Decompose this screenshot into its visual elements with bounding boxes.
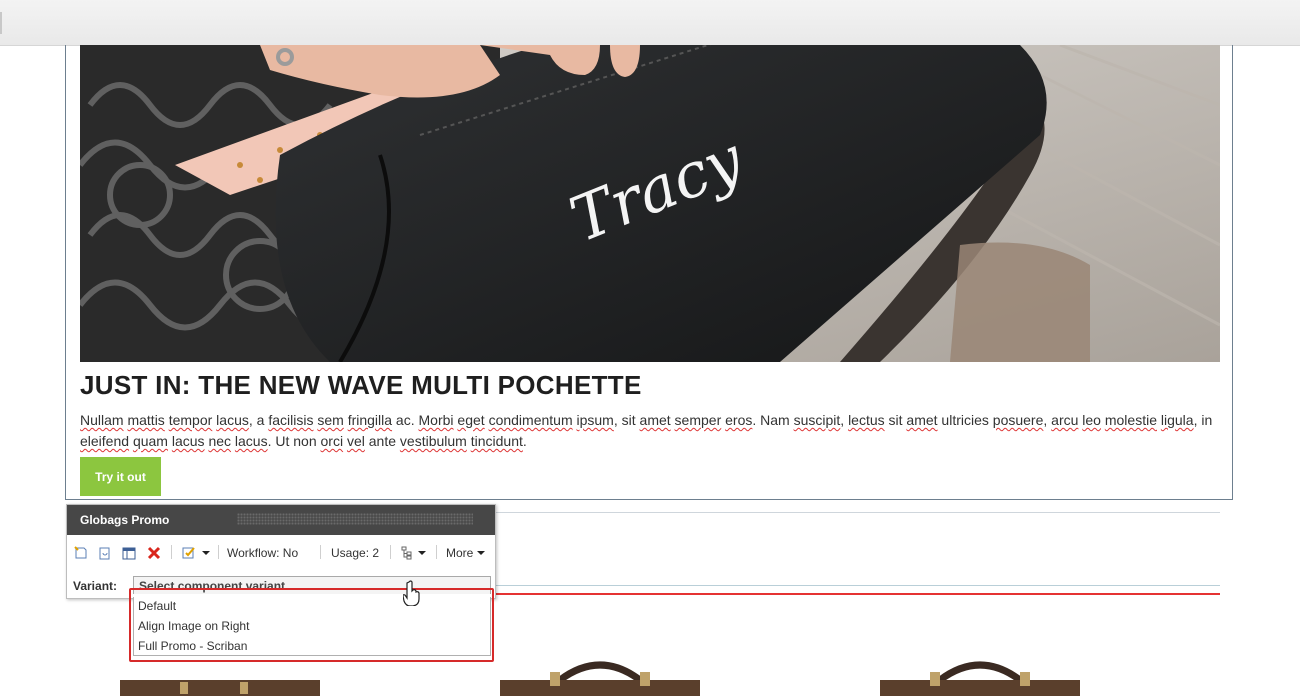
text-run: , <box>1043 412 1052 428</box>
misspelled-word: amet <box>639 412 671 428</box>
text-run: , sit <box>613 412 640 428</box>
misspelled-word: facilisis <box>268 412 314 428</box>
misspelled-word: fringilla <box>347 412 393 428</box>
browser-top-bar <box>0 0 1300 46</box>
toolbar-separator <box>320 545 321 559</box>
placeholder-indicator-line <box>492 593 1220 595</box>
misspelled-word: tempor <box>168 412 213 428</box>
more-menu[interactable]: More <box>446 545 486 561</box>
misspelled-word: lacus <box>234 433 268 449</box>
chevron-down-icon <box>418 551 426 555</box>
text-run: ac. <box>392 412 419 428</box>
edit-icon[interactable] <box>182 545 210 561</box>
promo-hero-image[interactable]: Tracy <box>80 45 1220 362</box>
misspelled-word: leo <box>1082 412 1101 428</box>
divider-line <box>495 512 1220 513</box>
chrome-actions: Workflow: No Usage: 2 More <box>67 541 495 565</box>
toolbar-separator <box>171 545 172 559</box>
misspelled-word: eget <box>457 412 485 428</box>
misspelled-word: lectus <box>848 412 885 428</box>
toolbar-separator <box>436 545 437 559</box>
copy-icon[interactable] <box>98 545 112 561</box>
misspelled-word: suscipit <box>793 412 841 428</box>
text-run: . Ut non <box>267 433 321 449</box>
toolbar-separator <box>218 545 219 559</box>
misspelled-word: quam <box>132 433 168 449</box>
misspelled-word: lacus <box>171 433 205 449</box>
misspelled-word: lacus <box>216 412 249 428</box>
misspelled-word: semper <box>674 412 722 428</box>
chevron-down-icon <box>477 551 486 555</box>
more-label: More <box>446 546 474 560</box>
divider-line <box>495 585 1220 586</box>
layout-icon[interactable] <box>122 545 136 561</box>
component-name: Globags Promo <box>80 513 170 527</box>
tree-icon[interactable] <box>400 545 426 561</box>
chrome-header[interactable]: Globags Promo <box>67 505 495 535</box>
misspelled-word: ipsum <box>576 412 614 428</box>
text-run: . Nam <box>752 412 794 428</box>
misspelled-word: eros <box>725 412 753 428</box>
misspelled-word: sem <box>317 412 344 428</box>
delete-icon[interactable] <box>147 545 161 561</box>
misspelled-word: nec <box>208 433 232 449</box>
insert-icon[interactable] <box>74 545 88 561</box>
text-run: ante <box>364 433 400 449</box>
text-run: ultricies <box>937 412 993 428</box>
misspelled-word: arcu <box>1051 412 1079 428</box>
text-run: , <box>840 412 849 428</box>
misspelled-word: Nullam <box>80 412 124 428</box>
misspelled-word: condimentum <box>488 412 573 428</box>
misspelled-word: mattis <box>127 412 165 428</box>
misspelled-word: eleifend <box>80 433 130 449</box>
text-run: , a <box>248 412 269 428</box>
try-it-out-button[interactable]: Try it out <box>80 457 161 496</box>
promo-body-text: Nullam mattis tempor lacus, a facilisis … <box>80 410 1220 452</box>
misspelled-word: vestibulum <box>399 433 467 449</box>
drag-handle[interactable] <box>237 513 473 525</box>
hero-photo: Tracy <box>80 45 1220 362</box>
text-run: , in <box>1193 412 1213 428</box>
misspelled-word: molestie <box>1104 412 1157 428</box>
component-chrome-toolbar[interactable]: Globags Promo Workflow: No Usage: 2 More… <box>66 504 496 599</box>
usage-count[interactable]: Usage: 2 <box>331 546 379 560</box>
chevron-down-icon <box>202 551 210 555</box>
variant-label: Variant: <box>73 579 118 593</box>
misspelled-word: ligula <box>1160 412 1194 428</box>
top-bar-edge <box>0 12 2 34</box>
text-run: . <box>522 433 527 449</box>
misspelled-word: Morbi <box>418 412 454 428</box>
misspelled-word: amet <box>906 412 938 428</box>
annotation-highlight-box <box>129 588 494 662</box>
misspelled-word: tincidunt <box>470 433 523 449</box>
hand-cursor-icon <box>402 580 421 611</box>
promo-title: JUST IN: THE NEW WAVE MULTI POCHETTE <box>80 370 642 400</box>
misspelled-word: orci <box>320 433 344 449</box>
misspelled-word: vel <box>346 433 365 449</box>
toolbar-separator <box>390 545 391 559</box>
misspelled-word: posuere <box>992 412 1044 428</box>
workflow-status: Workflow: No <box>227 546 299 560</box>
text-run: sit <box>884 412 907 428</box>
